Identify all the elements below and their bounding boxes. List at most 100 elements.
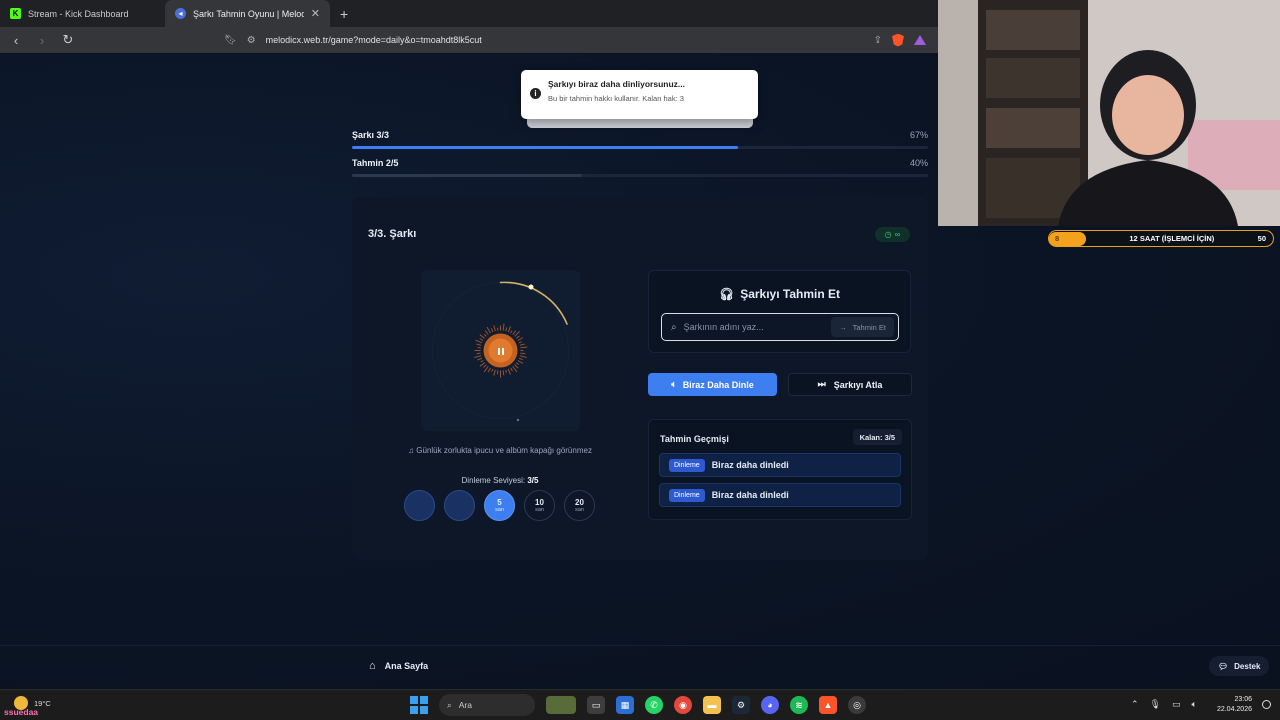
waveform-tick: [474, 355, 482, 358]
brave-rewards-icon[interactable]: [914, 35, 926, 45]
waveform-tick: [493, 325, 496, 332]
start-icon[interactable]: [410, 696, 428, 714]
windows-taskbar: 19°C ssuedaa ⌕ Ara ▭ ▦ ✆ ◉ ▬ ⚙ ◕ ≋ ▲ ◎ ⌃…: [0, 689, 1280, 720]
song-progress-percent: 67%: [909, 130, 928, 140]
waveform-tick: [514, 331, 520, 337]
folder-icon[interactable]: ▬: [703, 696, 721, 714]
reload-icon[interactable]: ↻: [60, 32, 76, 48]
widget-icon[interactable]: [546, 696, 576, 714]
forward-icon[interactable]: ›: [34, 33, 50, 48]
audio-player: [421, 270, 580, 431]
waveform-tick: [490, 328, 494, 333]
task-view-icon[interactable]: ▭: [587, 696, 605, 714]
support-button[interactable]: 💬︎ Destek: [1209, 656, 1270, 676]
address-bar: ‹ › ↻ 🔖︎ ⚙︎ melodicx.web.tr/game?mode=da…: [0, 27, 938, 53]
submit-guess-button[interactable]: → Tahmin Et: [831, 317, 894, 337]
spotify-icon[interactable]: ≋: [790, 696, 808, 714]
waveform-tick: [510, 330, 513, 334]
listen-more-button[interactable]: 🔈︎ Biraz Daha Dinle: [648, 373, 777, 396]
clock-icon: ◷: [884, 230, 892, 239]
level-step-4[interactable]: 10 san: [524, 490, 555, 521]
guess-progress-percent: 40%: [909, 158, 928, 168]
history-tag: Dinleme: [669, 488, 705, 502]
arrow-right-icon: →: [839, 322, 847, 332]
waveform-tick: [476, 343, 482, 346]
waveform-tick: [514, 364, 519, 369]
network-icon[interactable]: ▭: [1172, 699, 1181, 710]
waveform-tick: [520, 346, 528, 349]
waveform-tick: [486, 326, 491, 334]
waveform-tick: [520, 352, 526, 355]
guess-progress-fill: [352, 174, 583, 177]
level-step-5[interactable]: 20 san: [564, 490, 595, 521]
notification-icon[interactable]: [1262, 700, 1271, 709]
whatsapp-icon[interactable]: ✆: [645, 696, 663, 714]
waveform-tick: [493, 369, 496, 376]
guess-progress-track: [352, 174, 928, 177]
speaker-icon: ◂: [175, 8, 186, 19]
level-step-3[interactable]: 5 san: [484, 490, 515, 521]
waveform-tick: [483, 364, 487, 368]
microphone-icon[interactable]: 🎙︎: [1150, 699, 1161, 710]
tab-title: Stream - Kick Dashboard: [28, 8, 129, 19]
history-title: Tahmin Geçmişi: [660, 434, 729, 444]
url-field[interactable]: 🔖︎ ⚙︎ melodicx.web.tr/game?mode=daily&o=…: [224, 30, 864, 50]
pause-button[interactable]: [491, 341, 511, 361]
remaining-badge: Kalan: 3/5: [852, 429, 902, 445]
history-text: Biraz daha dinledi: [711, 460, 789, 470]
chrome-icon[interactable]: ◉: [674, 696, 692, 714]
steam-icon[interactable]: ⚙: [732, 696, 750, 714]
guess-field[interactable]: ⌕ → Tahmin Et: [661, 313, 899, 341]
waveform-tick: [496, 370, 499, 375]
guess-history: Tahmin Geçmişi Kalan: 3/5 Dinleme Biraz …: [648, 419, 912, 520]
waveform-tick: [480, 360, 484, 363]
clock[interactable]: 23:06 22.04.2026: [1210, 695, 1252, 715]
chevron-up-icon[interactable]: ⌃: [1131, 699, 1139, 710]
skip-next-icon: ⏭︎: [817, 379, 826, 389]
taskbar-search[interactable]: ⌕ Ara: [439, 694, 535, 716]
back-icon[interactable]: ‹: [8, 33, 24, 48]
tab-kick-dashboard[interactable]: K Stream - Kick Dashboard: [0, 0, 165, 27]
close-icon[interactable]: ✕: [311, 7, 320, 20]
waveform-tick: [505, 327, 508, 332]
store-icon[interactable]: ▦: [616, 696, 634, 714]
webcam-image: [938, 0, 1280, 226]
home-icon: ⌂: [369, 660, 376, 672]
headphones-icon: 🎧︎: [718, 287, 735, 301]
guess-panel: 🎧︎ Şarkıyı Tahmin Et ⌕ → Tahmin Et: [648, 270, 911, 353]
new-tab-button[interactable]: +: [330, 0, 358, 27]
url-text[interactable]: melodicx.web.tr/game?mode=daily&o=tmoahd…: [266, 35, 482, 45]
volume-icon[interactable]: 🔈︎: [1192, 699, 1197, 710]
skip-song-button[interactable]: ⏭︎ Şarkıyı Atla: [788, 373, 912, 396]
waveform-tick: [479, 338, 484, 341]
share-icon[interactable]: ⇪: [874, 35, 882, 46]
level-step-1[interactable]: 1: [404, 490, 435, 521]
brave-icon[interactable]: ▲: [819, 696, 837, 714]
level-step-2[interactable]: 3: [444, 490, 475, 521]
song-progress-track: [352, 146, 928, 149]
waveform-tick: [502, 323, 505, 331]
site-settings-icon[interactable]: ⚙︎: [247, 35, 256, 46]
waveform-tick: [505, 369, 507, 373]
footer-divider: [0, 645, 1280, 646]
timer-badge: ◷ ∞: [875, 227, 910, 242]
home-link[interactable]: ⌂ Ana Sayfa: [369, 660, 428, 672]
waveform-tick: [507, 326, 511, 333]
song-progress-label: Şarkı 3/3: [352, 130, 390, 140]
waveform-tick: [491, 368, 494, 372]
system-tray: ⌃ 🎙︎ ▭ 🔈︎: [1131, 699, 1197, 710]
waveform-tick: [519, 355, 527, 358]
waveform-tick: [512, 366, 518, 373]
streamer-name: ssuedaa: [4, 707, 39, 717]
discord-icon[interactable]: ◕: [761, 696, 779, 714]
bookmark-icon[interactable]: 🔖︎: [224, 35, 237, 46]
guess-progress: Tahmin 2/5 40%: [352, 158, 928, 177]
waveform-tick: [502, 370, 505, 376]
brave-shield-icon[interactable]: [892, 33, 904, 47]
obs-icon[interactable]: ◎: [848, 696, 866, 714]
toast-title: Şarkıyı biraz daha dinliyorsunuz...: [548, 79, 685, 89]
history-item: Dinleme Biraz daha dinledi: [659, 453, 901, 477]
waveform-tick: [517, 360, 524, 364]
song-name-input[interactable]: [683, 322, 825, 332]
tab-melodic-game[interactable]: ◂ Şarkı Tahmin Oyunu | Melodic ✕: [165, 0, 330, 27]
